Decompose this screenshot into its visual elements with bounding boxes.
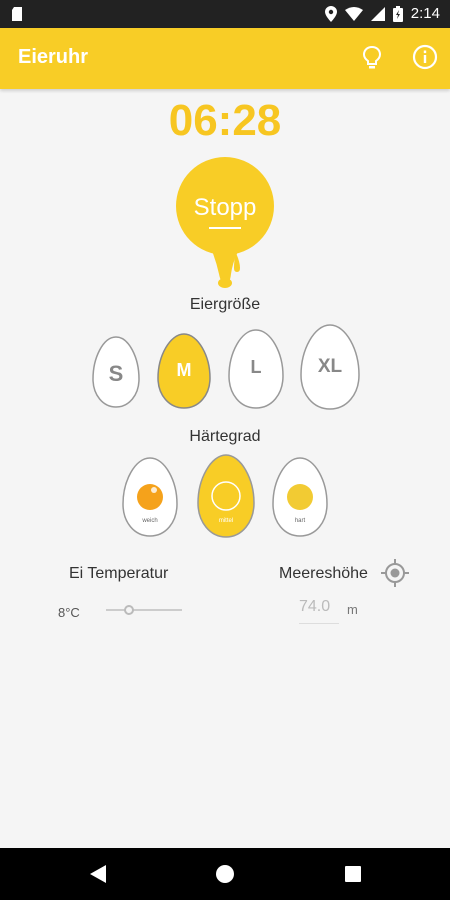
status-bar: 2:14 <box>0 0 450 28</box>
egg-size-l-label: L <box>250 357 262 377</box>
slider-track <box>106 609 182 611</box>
egg-size-xl-label: XL <box>317 356 343 377</box>
info-icon[interactable] <box>412 44 438 70</box>
egg-temperature-slider[interactable] <box>106 602 182 618</box>
wifi-icon <box>344 6 363 21</box>
recents-icon[interactable] <box>345 866 361 882</box>
hardness-hard-button[interactable]: hart <box>272 457 328 537</box>
egg-size-m-button[interactable]: M <box>157 333 211 409</box>
stop-underline <box>209 227 241 229</box>
battery-icon <box>392 5 403 22</box>
app-title: Eieruhr <box>18 46 89 68</box>
sd-card-icon <box>12 7 22 21</box>
egg-size-s-button[interactable]: S <box>92 336 140 408</box>
lightbulb-icon[interactable] <box>360 44 384 72</box>
altitude-unit: m <box>347 602 358 617</box>
navigation-bar <box>0 848 450 900</box>
egg-size-xl-button[interactable]: XL <box>300 324 360 410</box>
hardness-medium-label: mittel <box>218 518 234 524</box>
egg-temperature-label: Ei Temperatur <box>69 565 169 582</box>
stop-button[interactable]: Stopp <box>170 156 280 288</box>
altitude-input[interactable]: 74.0 <box>299 598 339 624</box>
egg-temperature-value: 8°C <box>58 605 80 620</box>
location-icon <box>324 5 337 22</box>
back-icon[interactable] <box>90 865 106 883</box>
egg-size-l-button[interactable]: L <box>228 329 284 409</box>
stop-button-label: Stopp <box>193 194 257 221</box>
hardness-label: Härtegrad <box>189 428 261 445</box>
hardness-soft-label: weich <box>142 518 158 524</box>
egg-size-s-label: S <box>108 361 124 386</box>
timer-display: 06:28 <box>168 96 282 145</box>
egg-size-m-label: M <box>176 360 192 380</box>
signal-icon <box>370 6 385 21</box>
slider-thumb[interactable] <box>124 605 134 615</box>
home-icon[interactable] <box>215 864 235 884</box>
hardness-hard-label: hart <box>294 518 306 524</box>
egg-size-label: Eiergröße <box>189 296 261 313</box>
status-time: 2:14 <box>410 5 440 22</box>
gps-locate-icon[interactable] <box>380 558 410 588</box>
hardness-medium-button[interactable]: mittel <box>197 454 255 538</box>
altitude-label: Meereshöhe <box>279 565 368 582</box>
app-bar: Eieruhr <box>0 28 450 89</box>
hardness-soft-button[interactable]: weich <box>122 457 178 537</box>
altitude-value: 74.0 <box>299 598 331 615</box>
